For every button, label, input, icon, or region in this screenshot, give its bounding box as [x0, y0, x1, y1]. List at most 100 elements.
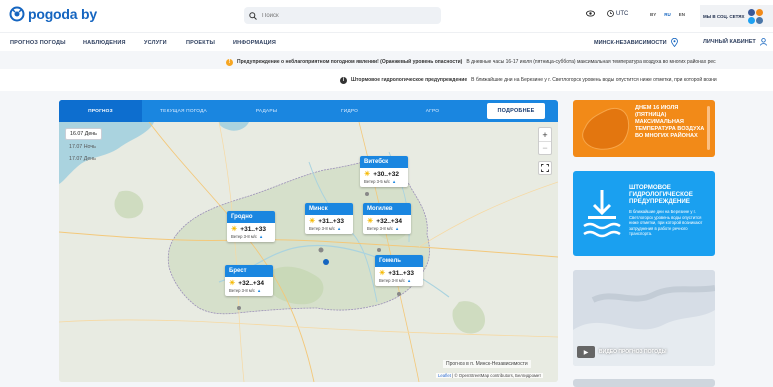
video-forecast-card[interactable]: ▶ ВИДЕО ПРОГНОЗ ПОГОДЫ: [573, 270, 715, 366]
header: pogoda by UTC BY RU EN МЫ В СОЦ. СЕТЯХ: [0, 0, 773, 32]
day-option-active[interactable]: 16.07 День: [65, 128, 102, 140]
city-weather-card[interactable]: Брест ☀ +32..+34 Ветер 3-8 м/с ▲: [225, 265, 273, 296]
nav-observations[interactable]: НАБЛЮДЕНИЯ: [83, 40, 126, 46]
wind-arrow-icon: ▲: [257, 288, 262, 293]
lang-by[interactable]: BY: [650, 12, 656, 17]
map-canvas[interactable]: 16.07 День 17.07 Ночь 17.07 День + − Вит…: [59, 122, 558, 382]
city-wind: Ветер 3-8 м/с: [367, 226, 394, 231]
city-selector[interactable]: МИНСК-НЕЗАВИСИМОСТИ: [594, 38, 678, 47]
next-card[interactable]: [573, 379, 715, 387]
city-temp: +31..+33: [388, 269, 414, 277]
zoom-in-button[interactable]: +: [539, 128, 551, 141]
search-box[interactable]: [244, 7, 441, 24]
video-label-row: ▶ ВИДЕО ПРОГНОЗ ПОГОДЫ: [577, 346, 667, 358]
tab-hydro[interactable]: ГИДРО: [308, 100, 391, 122]
nav-forecast[interactable]: ПРОГНОЗ ПОГОДЫ: [10, 40, 66, 46]
nav-services[interactable]: УСЛУГИ: [144, 40, 167, 46]
nav-information[interactable]: ИНФОРМАЦИЯ: [233, 40, 276, 46]
account-link[interactable]: ЛИЧНЫЙ КАБИНЕТ: [703, 38, 767, 46]
utc-toggle[interactable]: UTC: [607, 10, 628, 17]
user-icon: [759, 38, 767, 46]
location-pin-icon: [670, 38, 678, 47]
utc-control[interactable]: UTC: [586, 10, 628, 17]
map-tabs: ПРОГНОЗ ТЕКУЩАЯ ПОГОДА РАДАРЫ ГИДРО АГРО…: [59, 100, 558, 122]
social-block: МЫ В СОЦ. СЕТЯХ: [700, 5, 773, 27]
city-weather-card[interactable]: Минск ☀ +31..+33 Ветер 3-8 м/с ▲: [305, 203, 353, 234]
wind-arrow-icon: ▲: [337, 226, 342, 231]
city-wind: Ветер 3-8 м/с: [229, 288, 256, 293]
more-button[interactable]: ПОДРОБНЕЕ: [487, 103, 545, 119]
city-weather-card[interactable]: Витебск ☀ +30..+32 Ветер 3-5 м/с ▲: [360, 156, 408, 187]
city-weather-card[interactable]: Гродно ☀ +31..+33 Ветер 3-8 м/с ▲: [227, 211, 275, 242]
tab-agro[interactable]: АГРО: [391, 100, 474, 122]
attribution-text: | © OpenStreetMap contributors, Белгидро…: [450, 373, 542, 378]
twitter-icon[interactable]: [747, 16, 755, 24]
forecast-map-panel: ПРОГНОЗ ТЕКУЩАЯ ПОГОДА РАДАРЫ ГИДРО АГРО…: [59, 100, 558, 382]
sun-cloud-icon: ☀: [367, 218, 374, 225]
city-name: Брест: [225, 265, 273, 277]
city-wind: Ветер 3-5 м/с: [364, 179, 391, 184]
tab-radars[interactable]: РАДАРЫ: [225, 100, 308, 122]
logo-text: pogoda by: [28, 6, 97, 22]
heat-warning-card[interactable]: ДНЕМ 16 ИЮЛЯ (ПЯТНИЦА) МАКСИМАЛЬНАЯ ТЕМП…: [573, 100, 715, 157]
facebook-icon[interactable]: [747, 8, 755, 16]
sun-cloud-icon: ☀: [379, 270, 386, 277]
wind-arrow-icon: ▲: [407, 278, 412, 283]
warning-text: В дневные часы 16-17 июля (пятница-суббо…: [466, 59, 716, 65]
leaflet-link[interactable]: Leaflet: [438, 373, 451, 378]
day-option[interactable]: 17.07 Ночь: [65, 142, 102, 152]
city-wind: Ветер 3-8 м/с: [231, 234, 258, 239]
belarus-map-icon: [582, 107, 630, 150]
city-name: Гродно: [227, 211, 275, 223]
wind-arrow-icon: ▲: [395, 226, 400, 231]
wind-arrow-icon: ▲: [259, 234, 264, 239]
city-weather-card[interactable]: Гомель ☀ +31..+33 Ветер 3-8 м/с ▲: [375, 255, 423, 286]
sun-cloud-icon: ☀: [364, 171, 371, 178]
vk-icon[interactable]: [755, 16, 763, 24]
fullscreen-icon: [541, 164, 549, 172]
map-background: [59, 122, 558, 382]
hydro-warning-title: Штормовое гидрологическое предупреждение: [351, 77, 468, 83]
hydro-card-text: В ближайшие дни на Березине у г. Светлог…: [629, 209, 703, 237]
hydro-warning-card[interactable]: ШТОРМОВОЕ ГИДРОЛОГИЧЕСКОЕ ПРЕДУПРЕЖДЕНИЕ…: [573, 171, 715, 256]
wind-arrow-icon: ▲: [392, 179, 397, 184]
city-wind: Ветер 3-8 м/с: [379, 278, 406, 283]
logo[interactable]: pogoda by: [9, 6, 97, 22]
city-name: Гомель: [375, 255, 423, 267]
city-temp: +31..+33: [318, 217, 344, 225]
zoom-control: + −: [538, 127, 552, 155]
account-label: ЛИЧНЫЙ КАБИНЕТ: [703, 39, 756, 45]
city-temp: +32..+34: [238, 279, 264, 287]
eye-icon[interactable]: [586, 10, 595, 17]
utc-label: UTC: [616, 10, 629, 17]
play-icon[interactable]: ▶: [577, 346, 595, 358]
tab-current-weather[interactable]: ТЕКУЩАЯ ПОГОДА: [142, 100, 225, 122]
day-option[interactable]: 17.07 День: [65, 154, 102, 164]
hydro-warning-banner[interactable]: i Штормовое гидрологическое предупрежден…: [0, 69, 773, 91]
fullscreen-button[interactable]: [538, 161, 552, 175]
search-input[interactable]: [262, 12, 432, 19]
city-name: МИНСК-НЕЗАВИСИМОСТИ: [594, 39, 667, 46]
zoom-out-button[interactable]: −: [539, 141, 551, 154]
tab-forecast[interactable]: ПРОГНОЗ: [59, 100, 142, 122]
odnoklassniki-icon[interactable]: [755, 8, 763, 16]
social-label: МЫ В СОЦ. СЕТЯХ: [703, 13, 745, 19]
clock-icon: [607, 10, 614, 17]
lang-en[interactable]: EN: [679, 12, 685, 17]
search-icon: [249, 11, 257, 20]
city-weather-card[interactable]: Могилев ☀ +32..+34 Ветер 3-8 м/с ▲: [363, 203, 411, 234]
nav-projects[interactable]: ПРОЕКТЫ: [186, 40, 215, 46]
lang-ru[interactable]: RU: [664, 12, 671, 17]
city-name: Минск: [305, 203, 353, 215]
heat-warning-text: ДНЕМ 16 ИЮЛЯ (ПЯТНИЦА) МАКСИМАЛЬНАЯ ТЕМП…: [635, 105, 705, 139]
warning-title: Предупреждение о неблагоприятном погодно…: [237, 59, 463, 65]
city-temp: +31..+33: [240, 225, 266, 233]
language-switcher: BY RU EN: [650, 12, 685, 17]
map-attribution: Leaflet | © OpenStreetMap contributors, …: [436, 373, 544, 378]
map-caption: Прогноз в п. Минск-Независимости: [443, 360, 531, 368]
city-temp: +30..+32: [373, 170, 399, 178]
city-name: Витебск: [360, 156, 408, 168]
water-level-icon: [583, 190, 621, 238]
logo-icon: [9, 6, 25, 22]
card-scrollbar[interactable]: [707, 106, 710, 150]
